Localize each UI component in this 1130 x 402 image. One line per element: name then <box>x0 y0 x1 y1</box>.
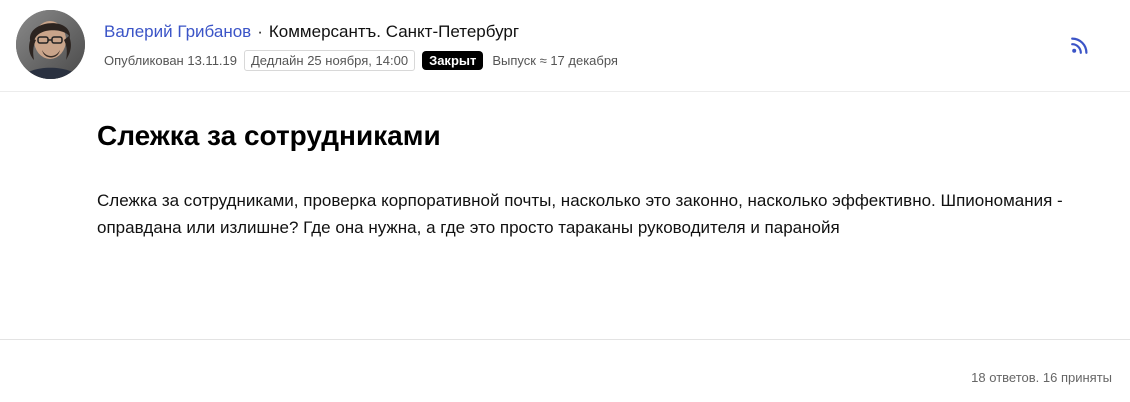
query-description: Слежка за сотрудниками, проверка корпора… <box>97 191 1063 237</box>
author-line: Валерий Грибанов · Коммерсантъ. Санкт-Пе… <box>104 20 519 44</box>
separator-dot: · <box>257 22 263 41</box>
status-badge: Закрыт <box>422 50 484 70</box>
rss-button[interactable] <box>1068 33 1092 57</box>
query-header: Валерий Грибанов · Коммерсантъ. Санкт-Пе… <box>0 0 1130 92</box>
deadline-badge: Дедлайн 25 ноября, 14:00 <box>244 49 416 71</box>
avatar-image <box>16 10 85 79</box>
query-content: Слежка за сотрудниками Слежка за сотрудн… <box>0 92 1130 340</box>
query-meta: Опубликован 13.11.19 Дедлайн 25 ноября, … <box>104 49 618 71</box>
release-date: Выпуск ≈ 17 декабря <box>492 52 618 68</box>
published-date: Опубликован 13.11.19 <box>104 52 237 68</box>
avatar[interactable] <box>16 10 85 79</box>
publication-name: Коммерсантъ. Санкт-Петербург <box>268 22 520 41</box>
page-title: Слежка за сотрудниками <box>97 120 441 151</box>
rss-icon <box>1071 37 1088 54</box>
responses-count: 18 ответов. 16 приняты <box>971 370 1112 385</box>
author-link[interactable]: Валерий Грибанов <box>104 22 251 42</box>
